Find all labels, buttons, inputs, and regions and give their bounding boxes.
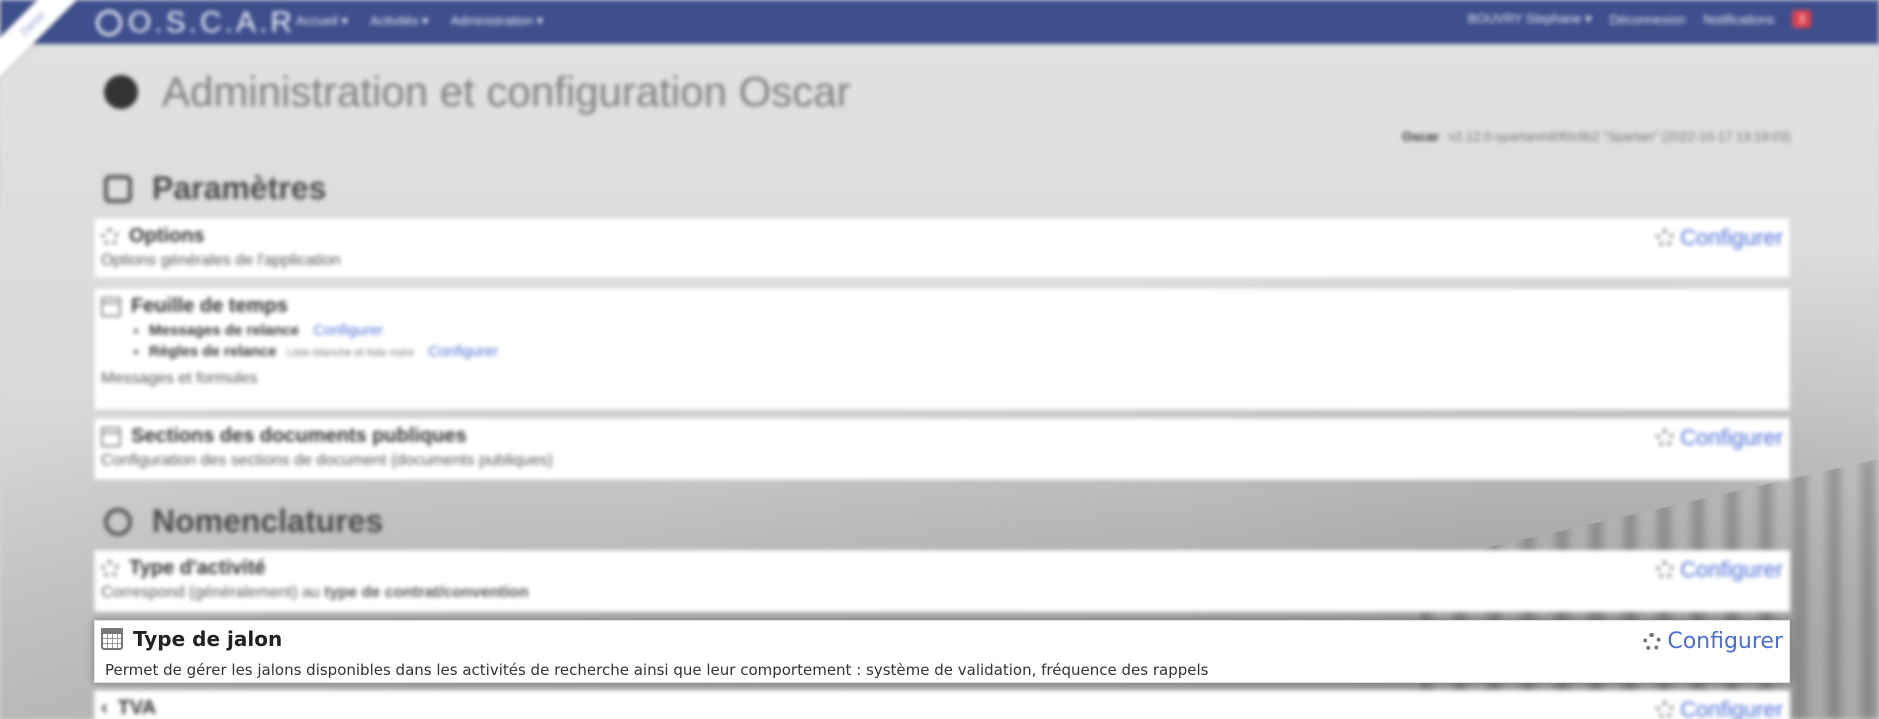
nav-accueil[interactable]: Accueil ▾ xyxy=(296,13,348,29)
sub-note: Liste blanche et liste noire xyxy=(286,347,414,359)
card-title: TVA xyxy=(117,697,157,719)
configure-label: Configurer xyxy=(1680,225,1783,250)
section-nomenclatures: Nomenclatures xyxy=(104,503,383,540)
card-type-jalon: Type de jalon Permet de gérer les jalons… xyxy=(94,620,1790,683)
section-parametres: Paramètres xyxy=(104,170,326,207)
configure-link[interactable]: Configurer xyxy=(1656,697,1783,719)
sliders-icon xyxy=(104,174,132,203)
card-feuille-de-temps: Feuille de temps Messages de relance Con… xyxy=(94,288,1790,410)
configure-link[interactable]: Configurer xyxy=(1656,225,1783,251)
card-title-row: Feuille de temps xyxy=(101,295,1783,318)
configure-label: Configurer xyxy=(1680,557,1783,582)
configure-link[interactable]: Configurer xyxy=(1643,629,1783,654)
card-title: Options xyxy=(129,225,205,247)
card-sections-documents: Sections des documents publiques Configu… xyxy=(94,418,1790,480)
nav-administration[interactable]: Administration ▾ xyxy=(451,13,544,29)
brand-logo-link[interactable]: O.S.C.A.R xyxy=(96,6,295,40)
configure-link[interactable]: Configurer xyxy=(313,322,383,339)
card-tva: ‹ TVA Configurer xyxy=(94,690,1790,719)
version-name: Oscar xyxy=(1402,129,1439,144)
card-description: Messages et formules xyxy=(101,370,258,387)
oscar-logo-icon xyxy=(96,10,122,36)
notifications-badge: 3 xyxy=(1792,10,1811,28)
page-title-text: Administration et configuration Oscar xyxy=(162,68,851,115)
page-title: Administration et configuration Oscar xyxy=(104,68,851,116)
card-title: Sections des documents publiques xyxy=(131,425,467,447)
user-nav: BOUVRY Stephane ▾ Déconnexion Notificati… xyxy=(1468,10,1811,28)
card-type-activite: Type d'activité Correspond (généralement… xyxy=(94,550,1790,612)
notifications-link[interactable]: Notifications xyxy=(1704,12,1775,27)
sub-label: Règles de relance xyxy=(149,343,277,360)
chevron-left-icon: ‹ xyxy=(101,697,108,719)
version-info: Oscar v2.12.0-spartan#d0f0c6b2 "Spartan"… xyxy=(1402,129,1791,144)
desc-prefix: Correspond (généralement) au xyxy=(101,584,320,601)
card-title-row: Options xyxy=(101,225,1783,248)
card-title: Type d'activité xyxy=(129,557,266,579)
desc-bold: type de contrat/convention xyxy=(324,584,529,601)
gear-icon xyxy=(1656,701,1675,719)
gear-icon xyxy=(104,75,138,109)
card-title-row: Type d'activité xyxy=(101,557,1783,580)
card-title-row: Type de jalon xyxy=(101,627,1783,651)
configure-link[interactable]: Configurer xyxy=(428,343,498,360)
card-title: Feuille de temps xyxy=(131,295,288,317)
sub-label: Messages de relance xyxy=(149,322,300,339)
user-menu[interactable]: BOUVRY Stephane ▾ xyxy=(1468,11,1592,27)
nav-activites[interactable]: Activités ▾ xyxy=(370,13,429,29)
gear-icon xyxy=(1656,429,1675,447)
brand-text: O.S.C.A.R xyxy=(128,6,296,39)
configure-label: Configurer xyxy=(1680,425,1783,450)
card-title-row: ‹ TVA xyxy=(101,697,1783,719)
gear-icon xyxy=(101,227,119,246)
card-title: Type de jalon xyxy=(133,627,283,651)
tag-icon xyxy=(101,559,119,578)
list-item: Messages de relance Configurer xyxy=(149,322,1783,339)
sub-settings-list: Messages de relance Configurer Règles de… xyxy=(149,322,1783,360)
main-nav: Accueil ▾ Activités ▾ Administration ▾ xyxy=(296,13,543,29)
gear-icon xyxy=(1643,632,1662,651)
calendar-icon xyxy=(101,628,123,650)
card-title-row: Sections des documents publiques xyxy=(101,425,1783,448)
version-text: v2.12.0-spartan#d0f0c6b2 "Spartan" (2022… xyxy=(1448,129,1791,144)
document-icon xyxy=(101,426,121,447)
hand-icon xyxy=(104,507,132,536)
calendar-icon xyxy=(101,296,121,317)
card-options: Options Options générales de l'applicati… xyxy=(94,218,1790,278)
card-description: Correspond (généralement) au type de con… xyxy=(101,584,1783,602)
section-title: Paramètres xyxy=(152,170,327,206)
logout-link[interactable]: Déconnexion xyxy=(1610,12,1686,27)
gear-icon xyxy=(1656,229,1675,247)
top-navbar: Demo O.S.C.A.R Accueil ▾ Activités ▾ Adm… xyxy=(0,0,1879,95)
configure-label: Configurer xyxy=(1680,697,1783,719)
section-title: Nomenclatures xyxy=(152,503,384,539)
configure-label: Configurer xyxy=(1667,629,1783,654)
card-description: Permet de gérer les jalons disponibles d… xyxy=(105,661,1209,679)
configure-link[interactable]: Configurer xyxy=(1656,425,1783,451)
list-item: Règles de relance Liste blanche et liste… xyxy=(149,343,1783,360)
configure-link[interactable]: Configurer xyxy=(1656,557,1783,583)
card-description: Options générales de l'application xyxy=(101,252,341,269)
card-description: Configuration des sections de document (… xyxy=(101,452,553,469)
gear-icon xyxy=(1656,561,1675,579)
